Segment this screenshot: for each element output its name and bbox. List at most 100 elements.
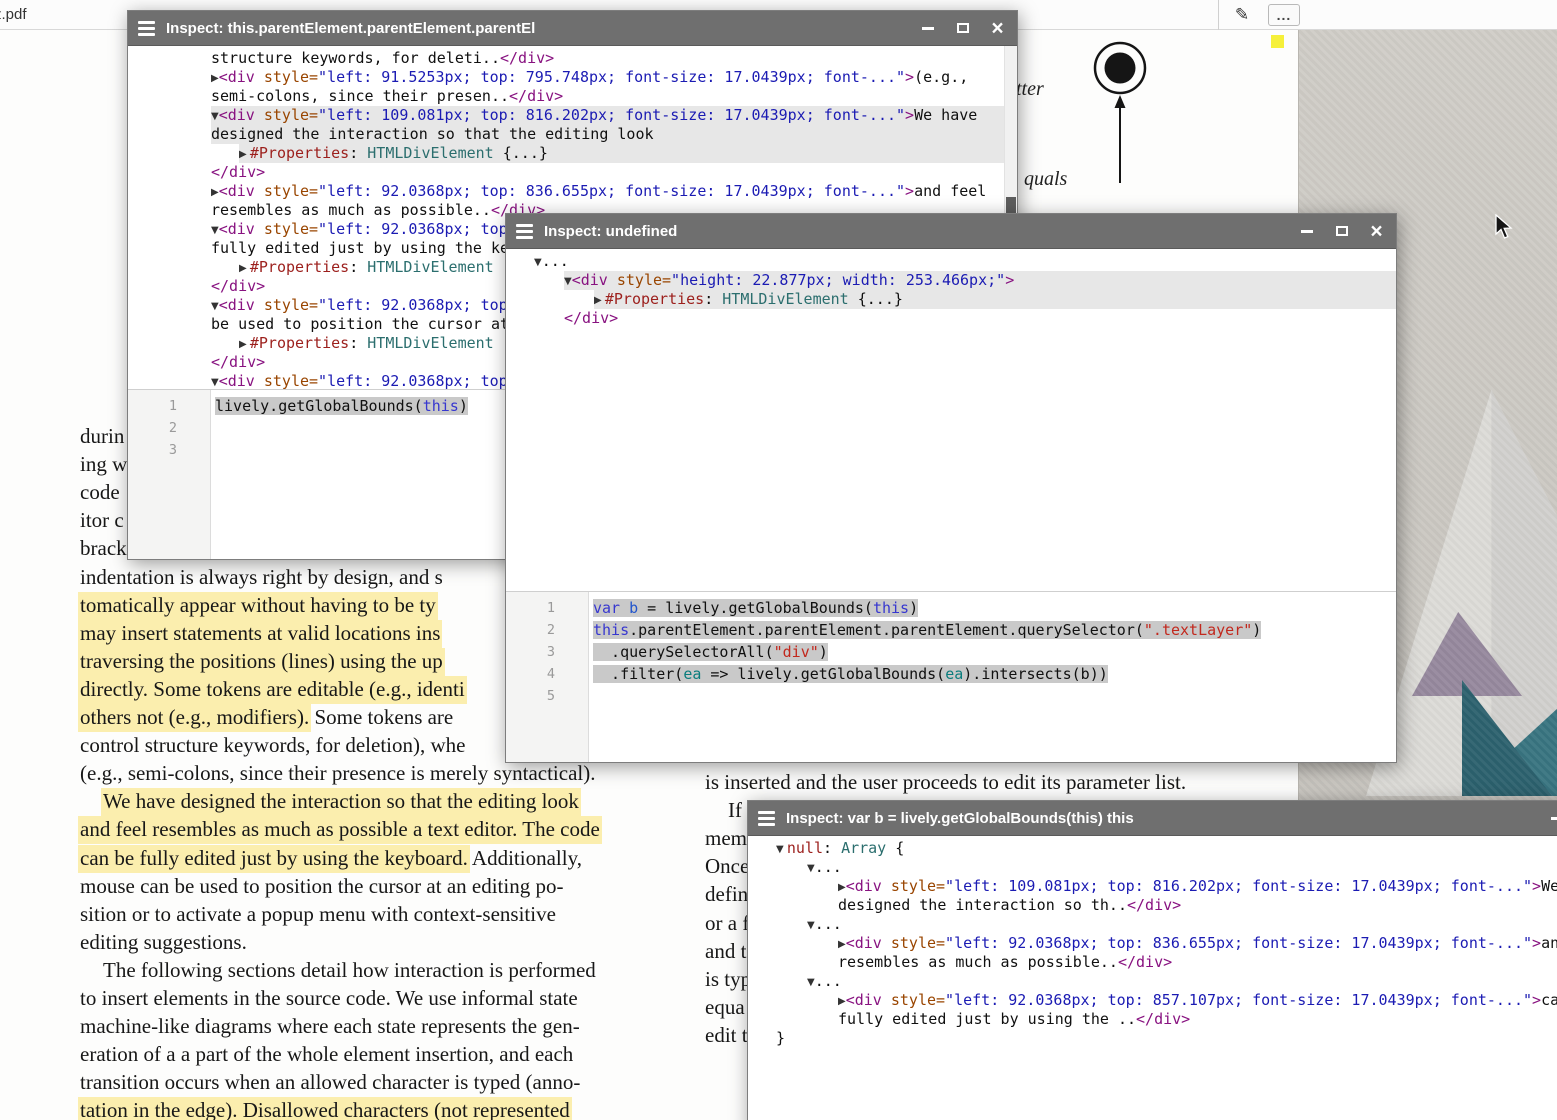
pdf-diagram-label-lower: quals: [1024, 168, 1067, 191]
object-tree[interactable]: ▼ null: Array {▼...▶<div style="left: 10…: [748, 836, 1557, 1120]
line-number: 1: [506, 597, 588, 619]
pdf-text-line: machine-like diagrams where each state r…: [80, 1012, 580, 1040]
pdf-text-line: control structure keywords, for deletion…: [80, 731, 465, 759]
editor-gutter: 123: [128, 390, 211, 559]
line-number: 3: [506, 641, 588, 663]
pdf-text-line: is typ: [705, 965, 751, 993]
pdf-text-line: durin: [80, 422, 124, 450]
pdf-text-line: can be fully edited just by using the ke…: [80, 844, 582, 872]
line-number: 2: [506, 619, 588, 641]
pdf-text-line: equa: [705, 993, 745, 1021]
tree-node[interactable]: designed the interaction so that the edi…: [211, 125, 1017, 144]
tree-node[interactable]: semi-colons, since their presen..</div>: [211, 87, 1017, 106]
more-options-button[interactable]: ...: [1268, 4, 1300, 26]
yellow-annotation-marker[interactable]: [1271, 35, 1284, 48]
pdf-text-line: Once: [705, 852, 749, 880]
tree-node[interactable]: ▼...: [807, 858, 1557, 877]
annotate-button[interactable]: ✎: [1228, 2, 1256, 28]
tree-node[interactable]: resembles as much as possible..</div>: [838, 953, 1557, 972]
tree-node[interactable]: ▶<div style="left: 92.0368px; top: 836.6…: [211, 182, 1017, 201]
close-button[interactable]: ×: [990, 21, 1005, 36]
line-number: 3: [128, 439, 210, 461]
editor-code-area[interactable]: var b = lively.getGlobalBounds(this)this…: [590, 592, 1396, 762]
tree-node[interactable]: </div>: [564, 309, 1396, 328]
pdf-text-line: tomatically appear without having to be …: [80, 591, 436, 619]
code-line[interactable]: var b = lively.getGlobalBounds(this): [593, 597, 1396, 619]
pdf-text-line: to insert elements in the source code. W…: [80, 984, 578, 1012]
code-line[interactable]: .querySelectorAll("div"): [593, 641, 1396, 663]
window-titlebar[interactable]: Inspect: var b = lively.getGlobalBounds(…: [748, 801, 1557, 836]
line-number: 4: [506, 663, 588, 685]
pdf-text-line: We have designed the interaction so that…: [103, 787, 579, 815]
line-number: 2: [128, 417, 210, 439]
pdf-text-line: directly. Some tokens are editable (e.g.…: [80, 675, 465, 703]
pdf-filename: z.pdf: [0, 0, 27, 30]
tree-node[interactable]: ▶<div style="left: 92.0368px; top: 836.6…: [838, 934, 1557, 953]
pdf-text-line: sition or to activate a popup menu with …: [80, 900, 556, 928]
tree-node[interactable]: ▶ #Properties: HTMLDivElement {...}: [594, 290, 1396, 309]
code-line[interactable]: [593, 685, 1396, 707]
pdf-text-line: and feel resembles as much as possible a…: [80, 815, 600, 843]
tree-node[interactable]: ▼...: [534, 252, 1396, 271]
pdf-text-line: eration of a a part of the whole element…: [80, 1040, 573, 1068]
minimize-button[interactable]: [1549, 811, 1557, 826]
ellipsis-icon: ...: [1277, 7, 1292, 23]
dom-tree[interactable]: ▼...▼<div style="height: 22.877px; width…: [506, 249, 1396, 591]
window-menu-icon[interactable]: [138, 21, 155, 36]
tree-node[interactable]: fully edited just by using the ..</div>: [838, 1010, 1557, 1029]
tree-node[interactable]: ▼<div style="height: 22.877px; width: 25…: [564, 271, 1396, 290]
tree-node[interactable]: ▶<div style="left: 109.081px; top: 816.2…: [838, 877, 1557, 896]
tree-node[interactable]: }: [776, 1029, 1557, 1048]
window-title: Inspect: undefined: [544, 223, 677, 240]
window-titlebar[interactable]: Inspect: undefined ×: [506, 214, 1396, 249]
tree-node[interactable]: ▼ null: Array {: [776, 839, 1557, 858]
pdf-text-line: brack: [80, 534, 127, 562]
window-title: Inspect: var b = lively.getGlobalBounds(…: [786, 810, 1134, 827]
line-number: 1: [128, 395, 210, 417]
tree-node[interactable]: designed the interaction so th..</div>: [838, 896, 1557, 915]
pdf-text-line: mem: [705, 824, 747, 852]
code-editor[interactable]: 12345 var b = lively.getGlobalBounds(thi…: [506, 591, 1396, 762]
pdf-text-line: may insert statements at valid locations…: [80, 619, 440, 647]
maximize-button[interactable]: [1334, 224, 1349, 239]
line-number: 5: [506, 685, 588, 707]
pdf-text-line: is inserted and the user proceeds to edi…: [705, 768, 1186, 796]
tree-node[interactable]: ▶<div style="left: 91.5253px; top: 795.7…: [211, 68, 1017, 87]
pdf-text-line: ing w: [80, 450, 127, 478]
pdf-diagram-label-upper: tter: [1016, 78, 1044, 101]
pdf-text-line: transition occurs when an allowed charac…: [80, 1068, 580, 1096]
toolbar-divider: [1218, 0, 1219, 30]
tree-node[interactable]: </div>: [211, 163, 1017, 182]
pdf-text-line: traversing the positions (lines) using t…: [80, 647, 443, 675]
code-line[interactable]: this.parentElement.parentElement.parentE…: [593, 619, 1396, 641]
pdf-text-line: defin: [705, 880, 748, 908]
tree-node[interactable]: ▼<div style="left: 109.081px; top: 816.2…: [211, 106, 1017, 125]
code-line[interactable]: .filter(ea => lively.getGlobalBounds(ea)…: [593, 663, 1396, 685]
close-button[interactable]: ×: [1369, 224, 1384, 239]
inspector-window-2: Inspect: undefined × ▼...▼<div style="he…: [505, 213, 1397, 763]
screen: durining wcodeitor cbrackindentation is …: [0, 0, 1557, 1120]
pdf-text-line: code: [80, 478, 120, 506]
tree-node[interactable]: ▶<div style="left: 92.0368px; top: 857.1…: [838, 991, 1557, 1010]
minimize-button[interactable]: [920, 21, 935, 36]
pdf-text-line: indentation is always right by design, a…: [80, 563, 443, 591]
minimize-button[interactable]: [1299, 224, 1314, 239]
pdf-text-line: The following sections detail how intera…: [103, 956, 596, 984]
window-titlebar[interactable]: Inspect: this.parentElement.parentElemen…: [128, 11, 1017, 46]
pdf-text-line: editing suggestions.: [80, 928, 247, 956]
pdf-text-line: (e.g., semi-colons, since their presence…: [80, 759, 595, 787]
tree-node[interactable]: ▶ #Properties: HTMLDivElement {...}: [239, 144, 1017, 163]
window-menu-icon[interactable]: [516, 224, 533, 239]
maximize-button[interactable]: [955, 21, 970, 36]
pdf-text-line: and t: [705, 937, 746, 965]
window-menu-icon[interactable]: [758, 811, 775, 826]
window-title: Inspect: this.parentElement.parentElemen…: [166, 20, 535, 37]
tree-node[interactable]: structure keywords, for deleti..</div>: [211, 49, 1017, 68]
tree-node[interactable]: ▼...: [807, 972, 1557, 991]
pdf-text-line: or a f: [705, 909, 749, 937]
pdf-text-line: tation in the edge). Disallowed characte…: [80, 1096, 570, 1120]
pdf-text-line: mouse can be used to position the cursor…: [80, 872, 563, 900]
inspector-window-3: Inspect: var b = lively.getGlobalBounds(…: [747, 800, 1557, 1120]
pencil-icon: ✎: [1235, 5, 1249, 25]
tree-node[interactable]: ▼...: [807, 915, 1557, 934]
